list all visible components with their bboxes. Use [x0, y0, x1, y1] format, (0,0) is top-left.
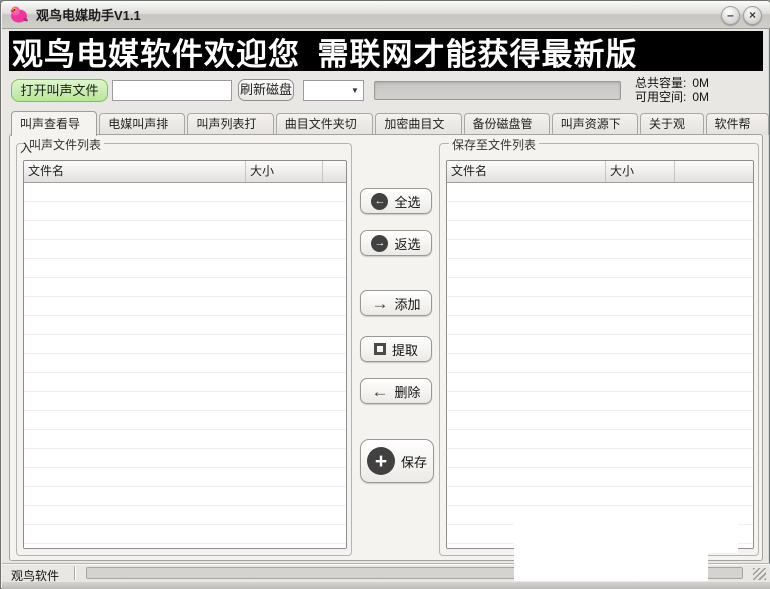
file-path-input[interactable]	[112, 80, 232, 101]
titlebar: 观鸟电媒助手V1.1 – ×	[2, 1, 770, 29]
window-title: 观鸟电媒助手V1.1	[36, 5, 141, 24]
window-bottom-frame	[2, 582, 770, 589]
save-label: 保存	[401, 452, 427, 471]
column-header-blank	[675, 161, 753, 182]
save-to-list-title: 保存至文件列表	[449, 136, 539, 153]
tabstrip: 叫声查看导入 电媒叫声排序 叫声列表打印 曲目文件夹切换 加密曲目文件 备份磁盘…	[11, 111, 769, 135]
square-icon	[374, 343, 386, 355]
extract-button[interactable]: 提取	[360, 336, 432, 362]
save-to-table-body[interactable]	[447, 183, 753, 548]
arrow-left-icon: ←	[371, 383, 388, 400]
add-label: 添加	[394, 294, 420, 313]
welcome-banner: 观鸟电媒软件欢迎您 需联网才能获得最新版	[9, 31, 763, 71]
tab-sound-list-print[interactable]: 叫声列表打印	[187, 113, 273, 135]
arrow-right-icon: →	[371, 295, 388, 312]
drive-select[interactable]: ▼	[303, 80, 364, 101]
column-header-size[interactable]: 大小	[246, 161, 323, 182]
column-header-filename[interactable]: 文件名	[24, 161, 246, 182]
invert-select-button[interactable]: → 返选	[360, 230, 432, 256]
window-controls: – ×	[721, 6, 762, 25]
white-artifact-patch	[514, 553, 708, 581]
tab-about[interactable]: 关于观鸟	[640, 113, 704, 135]
resize-grip-icon[interactable]	[753, 568, 766, 580]
statusbar-divider	[74, 566, 76, 580]
close-button[interactable]: ×	[743, 6, 762, 25]
save-to-table[interactable]: 文件名 大小	[446, 160, 754, 549]
delete-label: 删除	[394, 382, 420, 401]
welcome-banner-text: 观鸟电媒软件欢迎您 需联网才能获得最新版	[12, 29, 638, 74]
sound-file-list-title: 叫声文件列表	[26, 136, 104, 153]
bird-app-icon	[9, 5, 31, 25]
invert-select-label: 返选	[394, 234, 420, 253]
total-capacity-value: 0M	[692, 76, 709, 90]
app-window: 观鸟电媒助手V1.1 – × 观鸟电媒软件欢迎您 需联网才能获得最新版 打开叫声…	[0, 0, 770, 589]
sound-file-table[interactable]: 文件名 大小	[23, 160, 347, 549]
tab-backup-disk-manage[interactable]: 备份磁盘管理	[464, 113, 550, 135]
circle-plus-icon: +	[367, 447, 395, 475]
column-header-size[interactable]: 大小	[606, 161, 675, 182]
save-to-table-header: 文件名 大小	[447, 161, 753, 183]
tab-sound-resource-download[interactable]: 叫声资源下载	[552, 113, 638, 135]
extract-label: 提取	[392, 340, 418, 359]
capacity-info: 总共容量: 0M 可用空间: 0M	[635, 76, 709, 104]
sound-file-list-group: 叫声文件列表 文件名 大小	[16, 143, 352, 556]
white-artifact-patch	[514, 506, 738, 553]
sound-file-table-header: 文件名 大小	[24, 161, 346, 183]
minimize-button[interactable]: –	[721, 6, 740, 25]
free-space-label: 可用空间:	[635, 90, 686, 104]
tab-sound-view-import[interactable]: 叫声查看导入	[11, 111, 97, 136]
select-all-button[interactable]: ← 全选	[360, 188, 432, 214]
chevron-down-icon[interactable]: ▼	[347, 86, 363, 95]
delete-button[interactable]: ← 删除	[360, 378, 432, 404]
save-to-list-group: 保存至文件列表 文件名 大小	[439, 143, 759, 556]
tab-media-sound-sort[interactable]: 电媒叫声排序	[99, 113, 185, 135]
circle-arrow-right-icon: →	[371, 235, 388, 252]
column-header-filename[interactable]: 文件名	[447, 161, 606, 182]
select-all-label: 全选	[394, 192, 420, 211]
circle-arrow-left-icon: ←	[371, 193, 388, 210]
free-space-value: 0M	[692, 90, 709, 104]
open-sound-file-button[interactable]: 打开叫声文件	[11, 79, 108, 102]
tab-help[interactable]: 软件帮助	[706, 113, 770, 135]
total-capacity-label: 总共容量:	[635, 76, 686, 90]
tab-panel: 叫声文件列表 文件名 大小 ← 全选 → 返选 → 添加 提取	[9, 134, 763, 561]
column-header-blank	[323, 161, 346, 182]
sound-file-table-body[interactable]	[24, 183, 346, 548]
add-button[interactable]: → 添加	[360, 290, 432, 316]
save-button[interactable]: + 保存	[360, 439, 434, 483]
refresh-disk-button[interactable]: 刷新磁盘	[238, 79, 294, 101]
capacity-progress-bar	[374, 81, 621, 100]
tab-encrypt-track-files[interactable]: 加密曲目文件	[375, 113, 461, 135]
tab-track-folder-switch[interactable]: 曲目文件夹切换	[276, 113, 374, 135]
